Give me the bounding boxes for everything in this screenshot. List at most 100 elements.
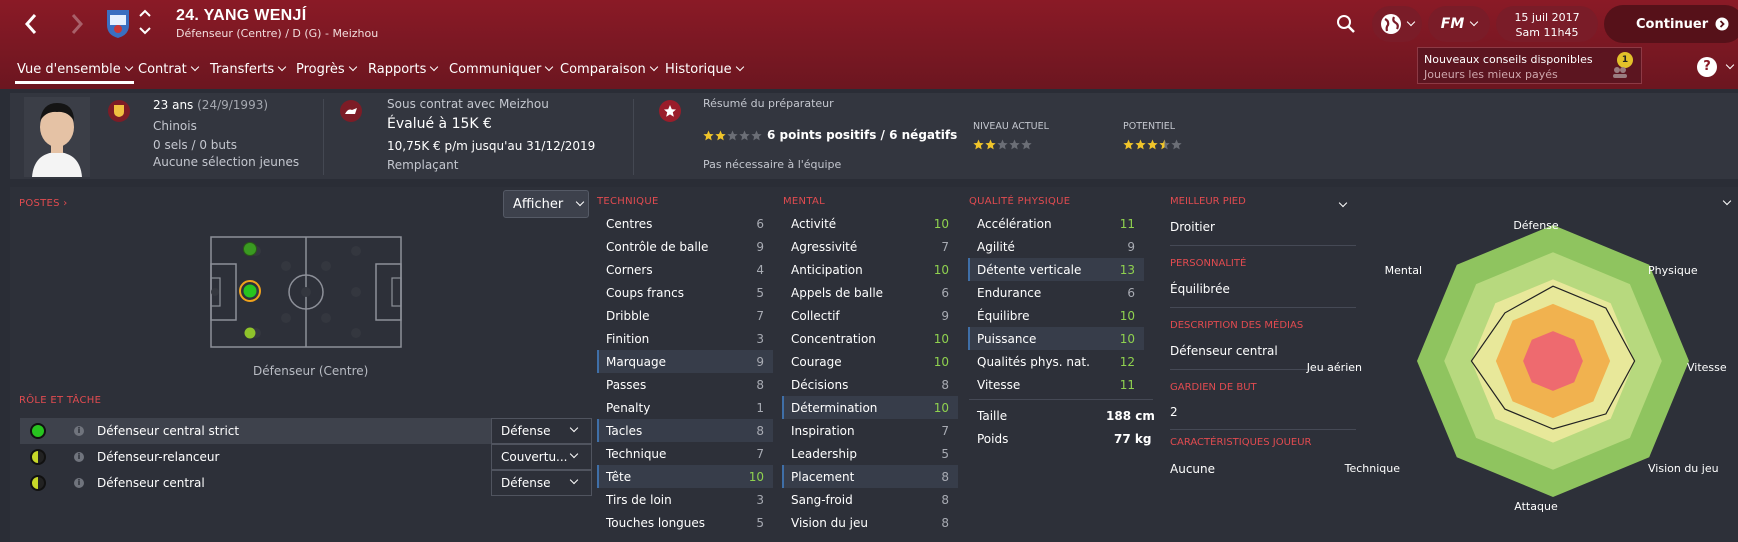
personality-label: PERSONNALITÉ [1170,258,1247,269]
role-row[interactable]: i Défenseur central Défense [20,470,592,496]
game-date[interactable]: 15 juil 2017 Sam 11h45 [1496,6,1598,42]
technique-attribute-row[interactable]: Penalty 1 [597,396,773,419]
physical-attribute-row[interactable]: Endurance 6 [968,281,1144,304]
attribute-value: 10 [933,400,949,415]
attribute-name: Équilibre [977,308,1030,323]
best-foot: Droitier [1170,220,1215,234]
player-switch-arrows[interactable] [137,6,153,38]
menu-tab-5[interactable]: Communiquer [449,58,554,80]
chevron-right-icon [71,14,84,34]
attribute-value: 11 [1119,377,1135,392]
mental-attribute-row[interactable]: Collectif 9 [782,304,958,327]
attribute-value: 8 [756,377,764,392]
technique-attribute-row[interactable]: Centres 6 [597,212,773,235]
technique-attribute-row[interactable]: Technique 7 [597,442,773,465]
attribute-value: 3 [756,331,764,346]
duty-dropdown[interactable]: Défense [491,470,592,496]
technique-attribute-row[interactable]: Passes 8 [597,373,773,396]
caps: 0 sels / 0 buts [153,138,237,152]
media-description-label: DESCRIPTION DES MÉDIAS [1170,320,1304,331]
current-ability-stars [973,139,1032,150]
menu-tab-1[interactable]: Contrat [138,58,200,80]
star-icon [1147,139,1158,150]
technique-attribute-row[interactable]: Corners 4 [597,258,773,281]
physical-attribute-row[interactable]: Agilité 9 [968,235,1144,258]
duty-dropdown[interactable]: Défense [491,418,592,444]
mental-attribute-row[interactable]: Inspiration 7 [782,419,958,442]
fm-menu[interactable]: FM [1428,6,1490,42]
menu-tab-6[interactable]: Comparaison [560,58,659,80]
mental-attribute-row[interactable]: Appels de balle 6 [782,281,958,304]
technique-attribute-row[interactable]: Tacles 8 [597,419,773,442]
technique-attribute-row[interactable]: Touches longues 5 [597,511,773,534]
menu-tab-3[interactable]: Progrès [296,58,357,80]
goalkeeper-label: GARDIEN DE BUT [1170,382,1257,393]
menu-tab-7[interactable]: Historique [665,58,744,80]
display-dropdown[interactable]: Afficher [503,190,589,218]
chevron-down-icon [190,62,200,72]
attribute-name: Anticipation [791,262,863,277]
mental-attribute-row[interactable]: Activité 10 [782,212,958,235]
physical-attribute-row[interactable]: Puissance 10 [968,327,1144,350]
attribute-value: 9 [1127,239,1135,254]
mental-attribute-row[interactable]: Décisions 8 [782,373,958,396]
radar-axis-label: Vision du jeu [1648,462,1719,475]
positions-link[interactable]: POSTES › [19,198,68,209]
attribute-value: 9 [756,354,764,369]
star-icon [997,139,1008,150]
search-button[interactable] [1333,10,1359,38]
attribute-value: 8 [941,469,949,484]
mental-attribute-row[interactable]: Concentration 10 [782,327,958,350]
technique-attribute-row[interactable]: Marquage 9 [597,350,773,373]
role-suitability-icon [30,449,46,465]
technique-attribute-row[interactable]: Dribble 7 [597,304,773,327]
menu-tab-4[interactable]: Rapports [368,58,439,80]
chevron-left-icon [24,14,37,34]
mental-attribute-row[interactable]: Leadership 5 [782,442,958,465]
player-subtitle: Défenseur (Centre) / D (G) - Meizhou [176,27,379,40]
fm-logo: FM [1440,16,1465,32]
radar-axis-label: Jeu aérien [1306,361,1362,374]
physical-attribute-row[interactable]: Équilibre 10 [968,304,1144,327]
people-icon [1613,67,1627,78]
technique-attribute-row[interactable]: Coups francs 5 [597,281,773,304]
mental-attribute-row[interactable]: Courage 10 [782,350,958,373]
info-icon[interactable]: i [74,426,84,436]
technique-attribute-row[interactable]: Finition 3 [597,327,773,350]
info-icon[interactable]: i [74,478,84,488]
mental-attribute-row[interactable]: Vision du jeu 8 [782,511,958,534]
role-row[interactable]: i Défenseur central strict Défense [20,418,592,444]
continue-button[interactable]: Continuer [1604,5,1738,43]
attribute-value: 5 [941,446,949,461]
globe-menu[interactable] [1372,6,1422,42]
mental-attribute-row[interactable]: Sang-froid 8 [782,488,958,511]
forward-button[interactable] [60,6,94,42]
menu-tab-2[interactable]: Transferts [210,58,287,80]
attribute-name: Accélération [977,216,1052,231]
back-button[interactable] [14,6,48,42]
info-icon[interactable]: i [74,452,84,462]
time-line: Sam 11h45 [1515,26,1579,39]
physical-attribute-row[interactable]: Accélération 11 [968,212,1144,235]
technique-attribute-row[interactable]: Contrôle de balle 9 [597,235,773,258]
mental-attribute-row[interactable]: Placement 8 [782,465,958,488]
duty-label: Couvertu... [501,450,568,464]
mental-attribute-row[interactable]: Anticipation 10 [782,258,958,281]
technique-attribute-row[interactable]: Tête 10 [597,465,773,488]
squad-status: Remplaçant [387,158,459,172]
physical-attribute-row[interactable]: Vitesse 11 [968,373,1144,396]
role-row[interactable]: i Défenseur-relanceur Couvertu... [20,444,592,470]
menu-tab-label: Comparaison [560,61,646,77]
mental-attribute-row[interactable]: Détermination 10 [782,396,958,419]
attribute-value: 3 [756,492,764,507]
position-dl-marker [243,242,257,256]
duty-dropdown[interactable]: Couvertu... [491,444,592,470]
help-button[interactable]: ? [1697,57,1717,77]
mental-attribute-row[interactable]: Agressivité 7 [782,235,958,258]
technique-attribute-row[interactable]: Tirs de loin 3 [597,488,773,511]
physical-attribute-row[interactable]: Qualités phys. nat. 12 [968,350,1144,373]
new-tips-notification[interactable]: Nouveaux conseils disponibles Joueurs les… [1417,47,1642,84]
physical-attribute-row[interactable]: Détente verticale 13 [968,258,1144,281]
height-label: Taille [977,409,1008,423]
menu-tab-0[interactable]: Vue d'ensemble [15,58,134,84]
